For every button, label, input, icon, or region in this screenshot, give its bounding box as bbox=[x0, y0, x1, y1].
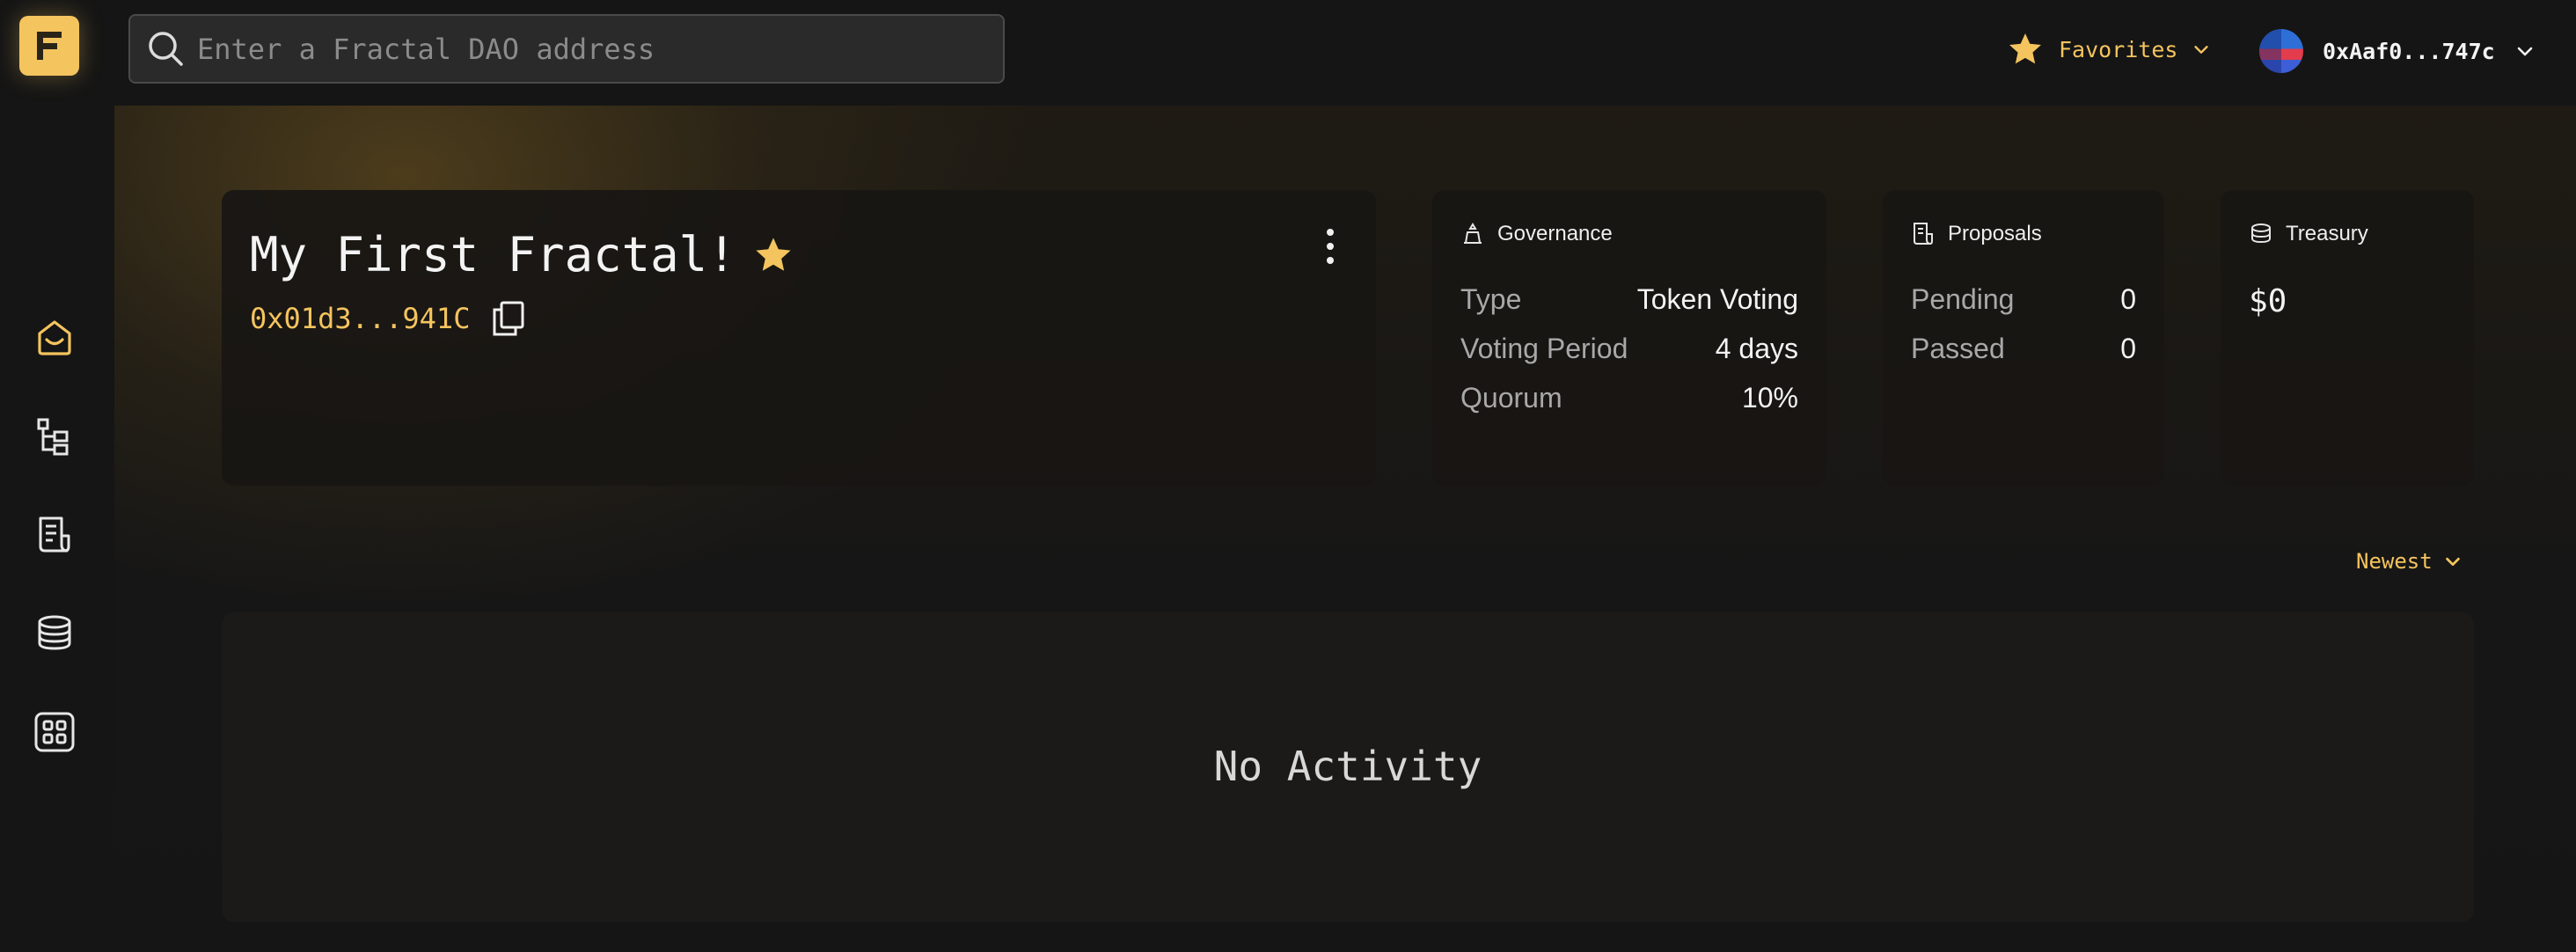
governance-row-quorum: Quorum 10% bbox=[1460, 382, 1798, 414]
star-icon bbox=[2009, 33, 2041, 64]
coins-icon bbox=[2251, 223, 2271, 244]
treasury-header: Treasury bbox=[2249, 222, 2368, 246]
document-icon bbox=[39, 516, 70, 553]
pending-value: 0 bbox=[2120, 283, 2136, 315]
sidebar-item-treasury[interactable] bbox=[30, 609, 79, 658]
chevron-down-icon bbox=[2517, 47, 2532, 56]
top-bar: Favorites 0xAaf0...747c bbox=[0, 0, 2576, 106]
coins-icon bbox=[38, 615, 71, 650]
account-address: 0xAaf0...747c bbox=[2323, 38, 2495, 64]
governance-row-voting-period: Voting Period 4 days bbox=[1460, 333, 1798, 365]
document-icon bbox=[1914, 223, 1933, 245]
treasury-value: $0 bbox=[2249, 283, 2287, 319]
voting-period-value: 4 days bbox=[1715, 333, 1798, 364]
hierarchy-icon bbox=[37, 418, 69, 456]
quorum-label: Quorum bbox=[1460, 382, 1562, 414]
governance-icon bbox=[1464, 223, 1482, 244]
sidebar-item-home[interactable] bbox=[30, 313, 79, 362]
governance-type-label: Type bbox=[1460, 283, 1522, 315]
avatar bbox=[2259, 29, 2303, 73]
governance-row-type: Type Token Voting bbox=[1460, 283, 1798, 316]
search-input[interactable] bbox=[197, 16, 1003, 82]
favorite-star-icon[interactable] bbox=[752, 234, 794, 276]
favorites-dropdown[interactable]: Favorites bbox=[2006, 26, 2211, 72]
treasury-title: Treasury bbox=[2286, 222, 2368, 245]
home-icon bbox=[38, 320, 71, 355]
fractal-logo-icon bbox=[37, 32, 62, 60]
governance-type-value: Token Voting bbox=[1636, 283, 1798, 315]
passed-value: 0 bbox=[2120, 333, 2136, 364]
main-content: My First Fractal! 0x01d3...941C Governan… bbox=[114, 106, 2576, 952]
dao-name: My First Fractal! bbox=[250, 227, 736, 282]
search-bar[interactable] bbox=[128, 14, 1005, 84]
dao-address: 0x01d3...941C bbox=[250, 302, 471, 335]
governance-header: Governance bbox=[1460, 222, 1613, 246]
sidebar bbox=[0, 106, 114, 952]
proposals-card: Proposals Pending 0 Passed 0 bbox=[1883, 190, 2164, 486]
chevron-down-icon bbox=[2194, 46, 2209, 54]
proposals-title: Proposals bbox=[1948, 222, 2042, 245]
proposals-row-pending: Pending 0 bbox=[1911, 283, 2136, 316]
favorites-label: Favorites bbox=[2059, 36, 2178, 62]
fractal-logo[interactable] bbox=[19, 16, 79, 76]
account-menu[interactable]: 0xAaf0...747c bbox=[2259, 26, 2536, 76]
apps-grid-icon bbox=[34, 712, 75, 752]
governance-title: Governance bbox=[1497, 222, 1613, 245]
proposals-row-passed: Passed 0 bbox=[1911, 333, 2136, 365]
chevron-down-icon bbox=[2445, 557, 2460, 567]
quorum-value: 10% bbox=[1741, 382, 1798, 414]
sidebar-item-proposals[interactable] bbox=[30, 510, 79, 560]
dao-info-card: My First Fractal! 0x01d3...941C bbox=[222, 190, 1376, 486]
activity-feed-card: No Activity bbox=[222, 612, 2474, 922]
governance-card: Governance Type Token Voting Voting Peri… bbox=[1432, 190, 1826, 486]
dao-address-row: 0x01d3...941C bbox=[250, 299, 528, 338]
sort-label: Newest bbox=[2356, 549, 2433, 574]
voting-period-label: Voting Period bbox=[1460, 333, 1628, 364]
sidebar-item-apps[interactable] bbox=[30, 707, 79, 757]
more-options-icon[interactable] bbox=[1320, 225, 1341, 267]
treasury-card: Treasury $0 bbox=[2221, 190, 2474, 486]
empty-activity-message: No Activity bbox=[1213, 743, 1482, 790]
pending-label: Pending bbox=[1911, 283, 2015, 315]
copy-icon[interactable] bbox=[489, 299, 528, 338]
passed-label: Passed bbox=[1911, 333, 2005, 364]
search-icon bbox=[149, 31, 183, 66]
sidebar-item-hierarchy[interactable] bbox=[30, 412, 79, 461]
proposals-header: Proposals bbox=[1911, 222, 2042, 246]
dao-title: My First Fractal! bbox=[250, 227, 794, 282]
sort-dropdown[interactable]: Newest bbox=[2356, 549, 2463, 574]
